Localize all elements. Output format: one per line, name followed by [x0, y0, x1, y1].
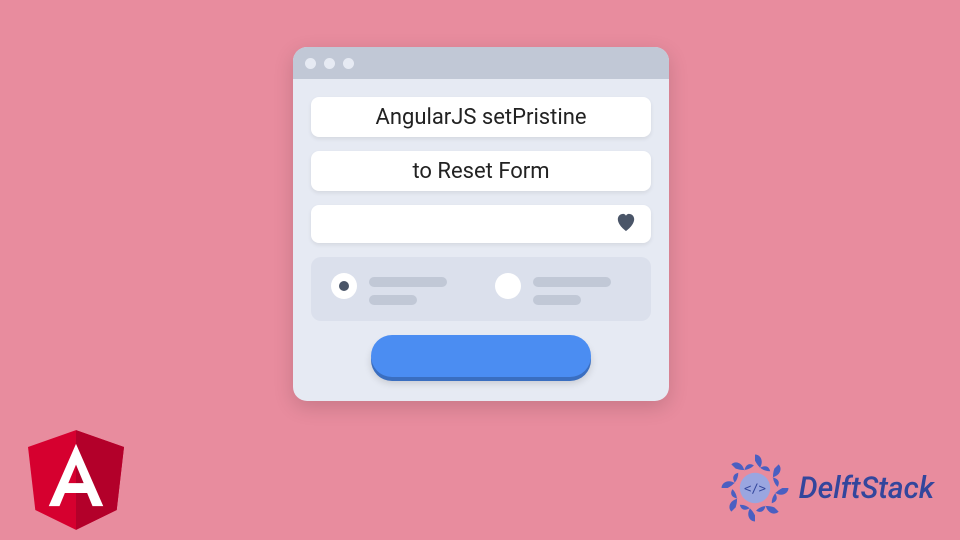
angular-logo	[28, 430, 124, 534]
text-field-3[interactable]	[311, 205, 651, 243]
delftstack-logo: </> DelftStack	[717, 450, 934, 526]
text-field-2[interactable]: to Reset Form	[311, 151, 651, 191]
radio-option-2[interactable]	[495, 273, 611, 305]
window-body: AngularJS setPristine to Reset Form	[293, 79, 669, 401]
titlebar	[293, 47, 669, 79]
placeholder-line	[369, 295, 417, 305]
button-row	[311, 335, 651, 377]
submit-button[interactable]	[371, 335, 591, 377]
form-window: AngularJS setPristine to Reset Form	[293, 47, 669, 401]
radio-1[interactable]	[331, 273, 357, 299]
text-field-1-value: AngularJS setPristine	[375, 105, 586, 130]
radio-2-label	[533, 273, 611, 305]
radio-2[interactable]	[495, 273, 521, 299]
delftstack-emblem-icon: </>	[717, 450, 793, 526]
text-field-2-value: to Reset Form	[412, 159, 549, 184]
svg-text:</>: </>	[744, 482, 766, 496]
angular-shield-icon	[28, 430, 124, 530]
placeholder-line	[369, 277, 447, 287]
window-dot-1	[305, 58, 316, 69]
heart-icon	[615, 212, 637, 237]
radio-option-1[interactable]	[331, 273, 447, 305]
text-field-1[interactable]: AngularJS setPristine	[311, 97, 651, 137]
radio-section	[311, 257, 651, 321]
radio-1-label	[369, 273, 447, 305]
placeholder-line	[533, 295, 581, 305]
placeholder-line	[533, 277, 611, 287]
window-dot-2	[324, 58, 335, 69]
delftstack-text: DelftStack	[799, 471, 934, 506]
window-dot-3	[343, 58, 354, 69]
